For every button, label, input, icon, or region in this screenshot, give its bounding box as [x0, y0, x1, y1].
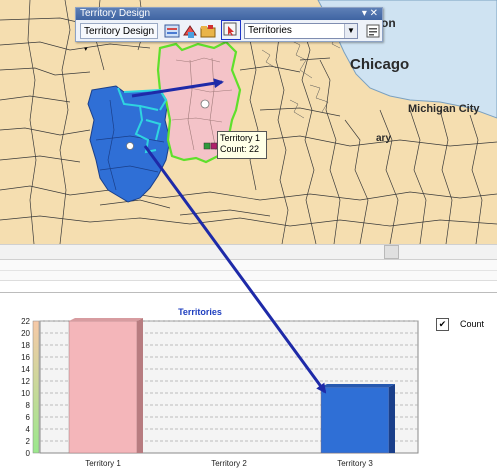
panel-separator	[0, 260, 497, 281]
bar-top	[321, 384, 395, 387]
toolbar-row: Territory Design ▾ Territories ▼	[78, 20, 381, 53]
small-boundaries	[261, 29, 341, 119]
layer-icon[interactable]	[164, 23, 180, 39]
city-label-michigan-city: Michigan City	[408, 103, 480, 115]
bar-chart: 0 2 4 6 8 10 12 14 16 18 20 22 Territory 1 Territory …	[21, 317, 419, 468]
add-territory-icon[interactable]	[182, 23, 198, 39]
map-scrollbar[interactable]	[0, 244, 497, 260]
chart-panel: Territories ✔ Count 0 2 4 6 8 10 12 14 16 18 20 22 T…	[0, 292, 497, 473]
folder-icon[interactable]	[200, 23, 216, 39]
territory-1-marker	[203, 142, 211, 150]
y-tick-label: 4	[26, 425, 31, 434]
bar-top	[69, 318, 143, 321]
territory-3-centroid	[126, 142, 134, 150]
y-tick-label: 8	[26, 401, 31, 410]
layer-select-combo[interactable]: Territories ▼	[244, 23, 358, 39]
tooltip-territory-name: Territory 1	[220, 133, 261, 143]
scrollbar-thumb[interactable]	[384, 245, 399, 259]
city-label-partial-top: on	[381, 16, 396, 30]
x-tick-label: Territory 3	[337, 459, 373, 468]
territory-tooltip: Territory 1 Count: 22	[217, 131, 267, 159]
y-tick-label: 2	[26, 437, 31, 446]
bar-territory-1	[68, 320, 138, 454]
toolbar-window-controls[interactable]: ▾ ✕	[362, 8, 378, 20]
y-tick-label: 0	[26, 449, 31, 458]
tooltip-count: Count: 22	[220, 144, 260, 154]
toolbar-title: Territory Design	[80, 8, 151, 19]
bar-side	[137, 318, 143, 453]
bar-territory-3	[320, 386, 390, 454]
y-tick-label: 14	[21, 365, 30, 374]
select-territory-icon[interactable]	[221, 20, 241, 40]
properties-icon[interactable]	[365, 23, 381, 39]
y-tick-label: 6	[26, 413, 31, 422]
territory-design-dropdown[interactable]: Territory Design ▾	[80, 23, 158, 53]
y-tick-label: 18	[21, 341, 30, 350]
city-label-chicago: Chicago	[350, 56, 410, 73]
y-tick-label: 10	[21, 389, 30, 398]
chevron-down-icon: ▾	[84, 46, 88, 53]
x-tick-label: Territory 1	[85, 459, 121, 468]
layer-select-value: Territories	[248, 25, 292, 36]
territory-design-toolbar[interactable]: Territory Design ▾ ✕ Territory Design ▾ …	[75, 7, 383, 53]
y-tick-label: 12	[21, 377, 30, 386]
city-label-partial-gary: ary	[376, 133, 392, 144]
y-tick-label: 20	[21, 329, 30, 338]
territory-design-dropdown-label: Territory Design	[84, 26, 155, 37]
territory-1-centroid	[200, 99, 210, 109]
toolbar-titlebar[interactable]: Territory Design ▾ ✕	[76, 8, 382, 20]
x-tick-label: Territory 2	[211, 459, 247, 468]
combo-chevron-down-icon[interactable]: ▼	[344, 24, 357, 38]
bar-side	[389, 384, 395, 453]
y-tick-label: 16	[21, 353, 30, 362]
y-tick-label: 22	[21, 317, 30, 326]
axis-color-strip	[32, 320, 40, 454]
